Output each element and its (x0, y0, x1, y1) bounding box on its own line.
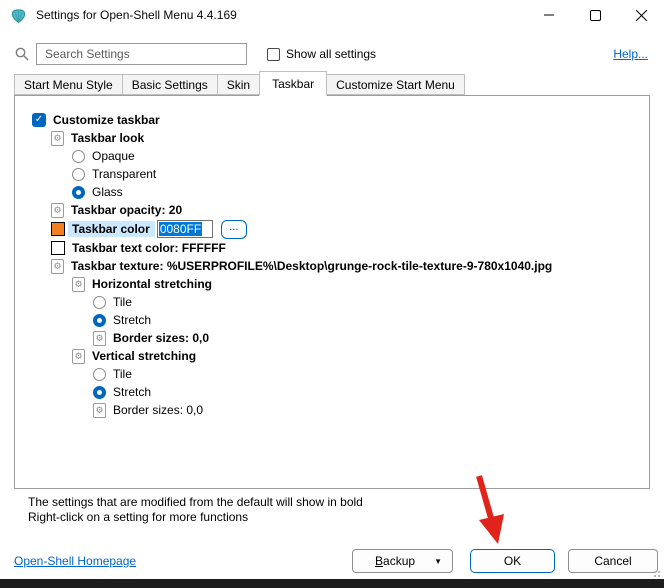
ok-button[interactable]: OK (470, 549, 555, 573)
minimize-button[interactable] (526, 0, 572, 30)
setting-gear-icon (51, 258, 64, 274)
backup-button-label: Backup (375, 554, 416, 568)
checkbox-checked-icon[interactable] (32, 113, 46, 127)
tree-item-vertical-stretching[interactable]: Vertical stretching (15, 347, 649, 365)
tree-item-opaque[interactable]: Opaque (15, 147, 649, 165)
dropdown-arrow-icon[interactable]: ▼ (434, 557, 442, 566)
selected-text: 0080FF (158, 222, 203, 236)
settings-dialog: Settings for Open-Shell Menu 4.4.169 Sho… (0, 0, 664, 588)
radio-unselected-icon[interactable] (93, 367, 106, 381)
note-right-click: Right-click on a setting for more functi… (28, 510, 249, 524)
title-bar: Settings for Open-Shell Menu 4.4.169 (0, 0, 664, 30)
tree-item-v-border-sizes[interactable]: Border sizes: 0,0 (15, 401, 649, 419)
setting-gear-icon (51, 202, 64, 218)
tab-bar: Start Menu Style Basic Settings Skin Tas… (14, 71, 664, 96)
tree-item-v-stretch[interactable]: Stretch (15, 383, 649, 401)
color-swatch-orange[interactable] (51, 222, 65, 236)
setting-gear-icon (93, 402, 106, 418)
note-modified-bold: The settings that are modified from the … (28, 495, 363, 509)
color-browse-button[interactable]: ... (220, 219, 247, 239)
radio-unselected-icon[interactable] (72, 167, 85, 181)
window-controls (526, 0, 664, 30)
taskbar-color-label: Taskbar color (68, 221, 155, 237)
radio-unselected-icon[interactable] (72, 149, 85, 163)
search-row: Show all settings Help... (14, 43, 648, 65)
open-shell-homepage-link[interactable]: Open-Shell Homepage (14, 554, 136, 568)
tree-item-customize-taskbar[interactable]: Customize taskbar (15, 111, 649, 129)
radio-selected-icon[interactable] (72, 185, 85, 199)
footer-bar: Open-Shell Homepage Backup ▼ OK Cancel (14, 549, 658, 573)
radio-selected-icon[interactable] (93, 385, 106, 399)
setting-gear-icon (72, 348, 85, 364)
settings-tree-panel: Customize taskbar Taskbar look Opaque Tr… (14, 95, 650, 489)
radio-unselected-icon[interactable] (93, 295, 106, 309)
show-all-settings-label: Show all settings (286, 47, 377, 61)
tab-skin[interactable]: Skin (216, 74, 261, 95)
maximize-button[interactable] (572, 0, 618, 30)
backup-button[interactable]: Backup ▼ (352, 549, 453, 573)
radio-selected-icon[interactable] (93, 313, 106, 327)
tree-item-taskbar-look[interactable]: Taskbar look (15, 129, 649, 147)
screenshot-bottom-edge (0, 579, 664, 588)
tab-basic-settings[interactable]: Basic Settings (121, 74, 218, 95)
tree-item-transparent[interactable]: Transparent (15, 165, 649, 183)
tree-item-taskbar-texture[interactable]: Taskbar texture: %USERPROFILE%\Desktop\g… (15, 257, 649, 275)
tree-item-horizontal-stretching[interactable]: Horizontal stretching (15, 275, 649, 293)
tree-item-glass[interactable]: Glass (15, 183, 649, 201)
setting-gear-icon (72, 276, 85, 292)
tree-item-h-tile[interactable]: Tile (15, 293, 649, 311)
cancel-button[interactable]: Cancel (568, 549, 658, 573)
search-icon (15, 47, 29, 61)
open-shell-app-icon (11, 8, 26, 23)
tree-item-h-stretch[interactable]: Stretch (15, 311, 649, 329)
search-input[interactable] (36, 43, 247, 65)
tree-item-v-tile[interactable]: Tile (15, 365, 649, 383)
setting-gear-icon (51, 130, 64, 146)
tree-item-taskbar-text-color[interactable]: Taskbar text color: FFFFFF (15, 239, 649, 257)
checkbox-unchecked-icon[interactable] (267, 47, 280, 61)
resize-grip[interactable] (652, 569, 660, 577)
tab-customize-start-menu[interactable]: Customize Start Menu (326, 74, 465, 95)
tree-item-h-border-sizes[interactable]: Border sizes: 0,0 (15, 329, 649, 347)
tab-taskbar[interactable]: Taskbar (259, 71, 328, 96)
color-swatch-white[interactable] (51, 241, 65, 255)
show-all-settings-checkbox[interactable]: Show all settings (267, 47, 376, 61)
help-link[interactable]: Help... (613, 47, 648, 61)
tab-start-menu-style[interactable]: Start Menu Style (14, 74, 123, 95)
window-title: Settings for Open-Shell Menu 4.4.169 (36, 8, 237, 22)
tree-item-taskbar-color[interactable]: Taskbar color 0080FF ... (15, 219, 649, 239)
setting-gear-icon (93, 330, 106, 346)
footer-notes: The settings that are modified from the … (28, 495, 650, 525)
color-value-input[interactable]: 0080FF (156, 220, 213, 238)
tree-item-taskbar-opacity[interactable]: Taskbar opacity: 20 (15, 201, 649, 219)
close-button[interactable] (618, 0, 664, 30)
